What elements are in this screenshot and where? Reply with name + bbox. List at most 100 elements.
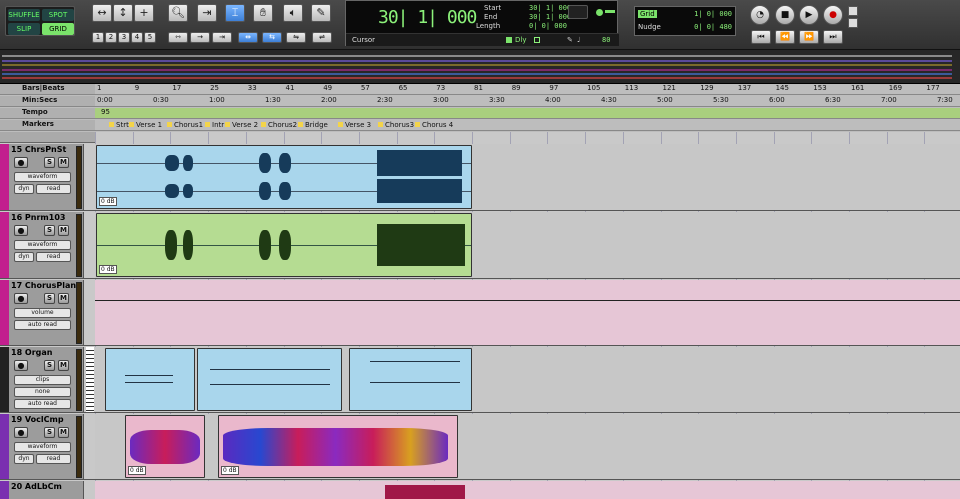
bars-beats-ruler[interactable]: 1 9 17 25 33 41 49 57 65 73 81 89 97 105 113 121 129 137 1… [95, 84, 960, 95]
track-name[interactable]: 16 Pnrm103 [11, 213, 65, 222]
clip-gain[interactable]: 0 dB [128, 466, 146, 475]
link-track-edit-icon[interactable]: ⇹ [238, 32, 258, 43]
track-name[interactable]: 19 VoclCmp [11, 415, 64, 424]
markers-ruler[interactable]: Strt Verse 1 Chorus1 Intr Verse 2 Chorus2 Brid… [95, 120, 960, 131]
grabber-tool-icon[interactable]: ✋︎ [253, 4, 273, 22]
track-color-strip[interactable] [0, 280, 9, 345]
vocal-clip[interactable]: 0 dB [125, 415, 205, 478]
tempo-ruler-label[interactable]: Tempo [0, 108, 95, 119]
track-color-strip[interactable] [0, 347, 9, 412]
grid-label[interactable]: Grid [638, 10, 657, 18]
stop-button-icon[interactable]: ■ [775, 5, 795, 25]
delay-label[interactable]: Dly [515, 36, 526, 44]
mirror-midi-icon[interactable]: ⇆ [262, 32, 282, 43]
spot-mode-button[interactable]: SPOT [42, 9, 74, 21]
go-to-end-icon[interactable]: ⏭ [823, 30, 843, 44]
record-arm-button[interactable]: ● [14, 360, 28, 371]
track-color-strip[interactable] [0, 144, 9, 210]
toolbar-option-2[interactable] [848, 18, 858, 28]
toolbar-option-1[interactable] [848, 6, 858, 16]
track-name[interactable]: 17 ChorusPlan [11, 281, 76, 290]
mute-button[interactable]: M [58, 293, 69, 304]
record-button-icon[interactable]: ● [823, 5, 843, 25]
zoom-preset-2[interactable]: 2 [105, 32, 117, 43]
track-color-strip[interactable] [0, 414, 9, 479]
track-lane[interactable] [95, 481, 960, 499]
zoom-preset-4[interactable]: 4 [131, 32, 143, 43]
clip-gain[interactable]: 0 dB [221, 466, 239, 475]
selector-tool-icon[interactable]: ⌶ [225, 4, 245, 22]
marker[interactable]: Chorus3 [378, 121, 414, 129]
vocal-clip[interactable]: 0 dB [218, 415, 458, 478]
keyboard-focus-icon[interactable]: ⇋ [286, 32, 306, 43]
marker[interactable]: Verse 1 [129, 121, 162, 129]
automation-mode-selector[interactable]: read [36, 454, 71, 464]
track-view-selector[interactable]: waveform [14, 240, 71, 250]
pencil-tool-icon[interactable]: ✎ [311, 4, 331, 22]
end-value[interactable]: 30| 1| 000 [529, 13, 571, 21]
track-view-selector[interactable]: waveform [14, 172, 71, 182]
link-timeline-icon[interactable]: ⇿ [168, 32, 188, 43]
mute-button[interactable]: M [58, 157, 69, 168]
solo-button[interactable]: S [44, 293, 55, 304]
track-lane[interactable] [95, 347, 960, 412]
automation-mode-selector[interactable]: auto read [14, 320, 71, 330]
universe-overview[interactable] [0, 50, 960, 84]
mute-button[interactable]: M [58, 225, 69, 236]
marker[interactable]: Bridge [298, 121, 328, 129]
clip-gain[interactable]: 0 dB [99, 197, 117, 206]
marker[interactable]: Intr [205, 121, 224, 129]
grid-value[interactable]: 1| 0| 000 [694, 10, 732, 18]
track-name[interactable]: 20 AdLbCm [11, 482, 62, 491]
marker[interactable]: Verse 2 [225, 121, 258, 129]
solo-button[interactable]: S [44, 157, 55, 168]
length-value[interactable]: 0| 0| 000 [529, 22, 567, 30]
track-view-selector[interactable]: clips [14, 375, 71, 385]
solo-button[interactable]: S [44, 225, 55, 236]
main-counter[interactable]: 30| 1| 000 [378, 7, 477, 28]
record-arm-button[interactable]: ● [14, 427, 28, 438]
pencil-icon[interactable]: ✎ [567, 36, 573, 44]
clip-gain[interactable]: 0 dB [99, 265, 117, 274]
start-value[interactable]: 30| 1| 000 [529, 4, 571, 12]
tab-to-transient-icon[interactable]: ⇥ [212, 32, 232, 43]
mute-button[interactable]: M [58, 427, 69, 438]
automation-mode-selector[interactable]: read [36, 184, 71, 194]
fast-forward-icon[interactable]: ⏩ [799, 30, 819, 44]
automation-mode-selector[interactable]: auto read [14, 399, 71, 409]
nudge-label[interactable]: Nudge [638, 23, 661, 31]
track-color-strip[interactable] [0, 481, 9, 499]
zoom-preset-5[interactable]: 5 [144, 32, 156, 43]
online-button-icon[interactable]: ◔ [750, 5, 770, 25]
record-arm-button[interactable]: ● [14, 293, 28, 304]
minsecs-ruler-label[interactable]: Min:Secs [0, 96, 95, 107]
bars-beats-ruler-label[interactable]: Bars|Beats [0, 84, 95, 95]
mini-keyboard[interactable] [86, 347, 94, 412]
solo-button[interactable]: S [44, 360, 55, 371]
commands-focus-icon[interactable]: ⇌ [312, 32, 332, 43]
track-view-selector[interactable]: waveform [14, 442, 71, 452]
track-name[interactable]: 15 ChrsPnSt [11, 145, 66, 154]
record-arm-button[interactable]: ● [14, 157, 28, 168]
marker[interactable]: Chorus1 [167, 121, 203, 129]
marker[interactable]: Strt [109, 121, 129, 129]
record-arm-button[interactable]: ● [14, 225, 28, 236]
automation-mode-selector[interactable]: read [36, 252, 71, 262]
track-lane[interactable]: 0 dB 0 dB [95, 414, 960, 479]
return-to-zero-icon[interactable]: ⏮ [751, 30, 771, 44]
track-lane[interactable]: 0 dB [95, 144, 960, 210]
rewind-icon[interactable]: ⏪ [775, 30, 795, 44]
tempo-value[interactable]: 80 [602, 36, 610, 44]
markers-ruler-label[interactable]: Markers [0, 120, 95, 131]
nudge-value[interactable]: 0| 0| 480 [694, 23, 732, 31]
pre-roll-toggle[interactable] [568, 5, 588, 19]
trim-tool-icon[interactable]: ⇥ [197, 4, 217, 22]
mute-button[interactable]: M [58, 360, 69, 371]
track-view-selector[interactable]: volume [14, 308, 71, 318]
play-button-icon[interactable]: ▶ [799, 5, 819, 25]
scrubber-tool-icon[interactable]: 🔈︎ [283, 4, 303, 22]
track-name[interactable]: 18 Organ [11, 348, 52, 357]
dyn-selector[interactable]: dyn [14, 252, 34, 262]
dyn-selector[interactable]: dyn [14, 184, 34, 194]
marker[interactable]: Chorus2 [261, 121, 297, 129]
